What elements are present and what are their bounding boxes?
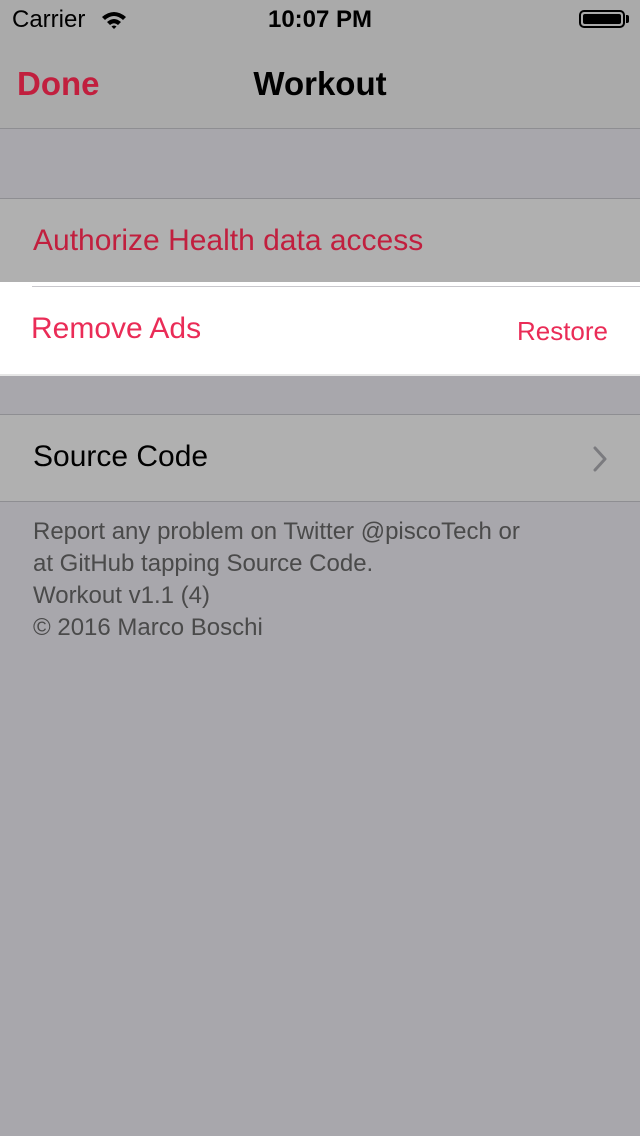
- cell-separator: [32, 286, 640, 287]
- remove-ads-button[interactable]: Remove Ads: [31, 309, 201, 349]
- status-time: 10:07 PM: [267, 6, 373, 33]
- status-bar: Carrier 10:07 PM: [0, 0, 640, 40]
- cell-bottom-border: [0, 374, 640, 376]
- authorize-health-label: Authorize Health data access: [33, 224, 424, 257]
- navigation-bar: Workout Done: [0, 40, 640, 129]
- done-button[interactable]: Done: [17, 64, 100, 104]
- battery-icon: [579, 10, 625, 28]
- copyright-label: © 2016 Marco Boschi: [33, 614, 263, 641]
- remove-ads-cell[interactable]: Remove Ads Restore: [0, 282, 640, 376]
- footer-text: Report any problem on Twitter @piscoTech…: [33, 516, 613, 644]
- chevron-right-icon: [593, 446, 607, 472]
- footer-line: at GitHub tapping Source Code.: [33, 550, 374, 577]
- authorize-health-cell[interactable]: Authorize Health data access: [0, 198, 640, 282]
- battery-tip: [626, 15, 629, 23]
- footer-line: Report any problem on Twitter @piscoTech…: [33, 518, 520, 545]
- restore-button[interactable]: Restore: [517, 313, 608, 349]
- version-label: Workout v1.1 (4): [33, 582, 210, 609]
- source-code-cell[interactable]: Source Code: [0, 414, 640, 502]
- source-code-label: Source Code: [33, 440, 209, 473]
